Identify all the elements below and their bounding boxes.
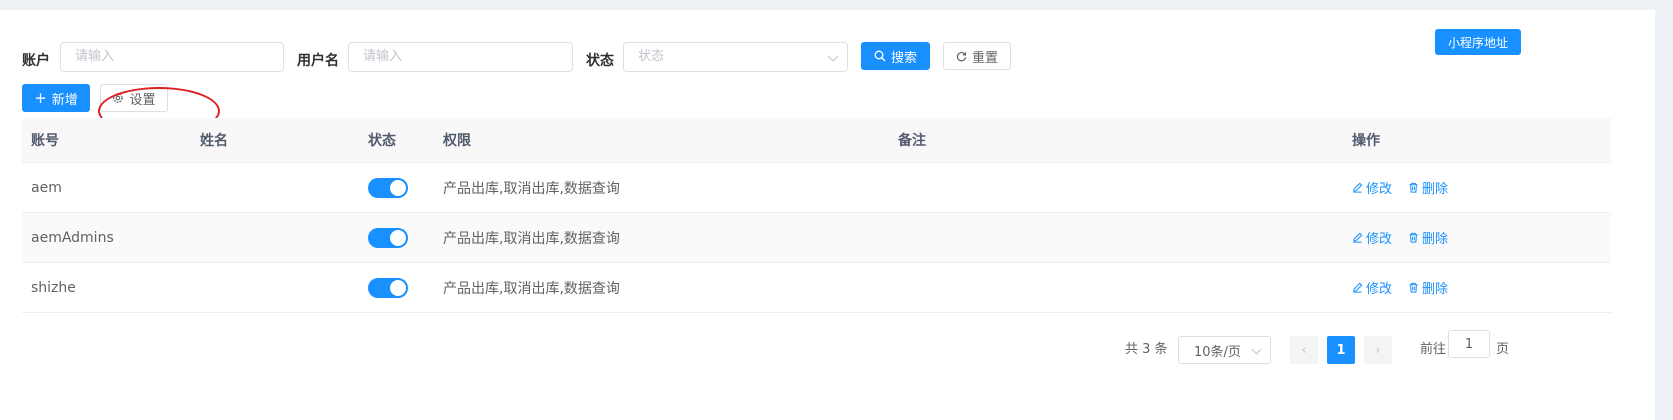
cell-permissions: 产品出库,取消出库,数据查询 <box>443 280 620 297</box>
table-header: 账号 姓名 状态 权限 备注 操作 <box>22 118 1611 163</box>
chevron-right-icon: › <box>1375 342 1381 358</box>
pagination-total: 共 3 条 <box>1125 342 1168 357</box>
cell-actions: 修改 删除 <box>1352 213 1464 262</box>
cell-account: shizhe <box>31 279 76 296</box>
accounts-table: 账号 姓名 状态 权限 备注 操作 aem 产品出库,取消出库,数据查询 修改 <box>22 118 1611 313</box>
edit-icon <box>1353 182 1363 193</box>
page-number-current[interactable]: 1 <box>1327 336 1355 364</box>
page-size-value: 10条/页 <box>1194 344 1241 360</box>
settings-button[interactable]: 设置 <box>100 84 168 112</box>
next-page-button[interactable]: › <box>1364 336 1392 364</box>
reset-button-label: 重置 <box>971 50 998 66</box>
trash-icon <box>1409 232 1418 243</box>
settings-button-label: 设置 <box>129 92 156 108</box>
header-remark: 备注 <box>898 133 926 149</box>
miniprogram-address-button[interactable]: 小程序地址 <box>1435 29 1521 55</box>
toggle-knob <box>390 179 406 196</box>
search-icon <box>874 50 886 62</box>
plus-icon: + <box>34 88 47 107</box>
toggle-knob <box>390 279 406 296</box>
status-toggle-cell <box>368 213 408 262</box>
goto-page-input[interactable]: 1 <box>1448 330 1490 358</box>
table-row: shizhe 产品出库,取消出库,数据查询 修改 删除 <box>22 263 1611 313</box>
prev-page-button[interactable]: ‹ <box>1290 336 1318 364</box>
edit-label: 修改 <box>1366 182 1393 197</box>
cell-actions: 修改 删除 <box>1352 163 1464 212</box>
main-panel: 账户 请输入 用户名 请输入 状态 状态 搜索 重置 小程序地址 + 新增 设置… <box>0 10 1655 420</box>
add-button[interactable]: + 新增 <box>22 84 90 112</box>
trash-icon <box>1409 182 1418 193</box>
username-label: 用户名 <box>297 53 339 69</box>
header-name: 姓名 <box>200 133 228 149</box>
header-account: 账号 <box>31 133 59 149</box>
status-label: 状态 <box>586 53 614 69</box>
goto-suffix: 页 <box>1496 342 1510 357</box>
table-row: aem 产品出库,取消出库,数据查询 修改 删除 <box>22 163 1611 213</box>
account-input-placeholder: 请输入 <box>75 49 115 64</box>
delete-link[interactable]: 删除 <box>1408 278 1448 297</box>
chevron-down-icon <box>1251 344 1262 355</box>
search-button-label: 搜索 <box>890 50 917 66</box>
delete-label: 删除 <box>1422 182 1449 197</box>
header-permissions: 权限 <box>443 133 471 149</box>
chevron-down-icon <box>827 50 839 62</box>
delete-link[interactable]: 删除 <box>1408 178 1448 197</box>
cell-account: aemAdmins <box>31 229 114 246</box>
edit-link[interactable]: 修改 <box>1352 278 1392 297</box>
cell-actions: 修改 删除 <box>1352 263 1464 312</box>
status-toggle[interactable] <box>368 277 408 298</box>
chevron-left-icon: ‹ <box>1301 342 1307 358</box>
username-input-placeholder: 请输入 <box>363 49 403 64</box>
reset-button[interactable]: 重置 <box>943 42 1011 70</box>
add-button-label: 新增 <box>51 92 78 108</box>
status-toggle-cell <box>368 163 408 212</box>
status-select[interactable]: 状态 <box>623 42 848 72</box>
account-input[interactable]: 请输入 <box>60 42 284 72</box>
delete-label: 删除 <box>1422 232 1449 247</box>
gear-icon <box>113 93 124 103</box>
toggle-knob <box>390 229 406 246</box>
header-actions: 操作 <box>1352 133 1380 149</box>
miniprogram-address-label: 小程序地址 <box>1447 35 1508 50</box>
cell-permissions: 产品出库,取消出库,数据查询 <box>443 230 620 247</box>
goto-prefix: 前往 <box>1420 342 1447 357</box>
page-size-select[interactable]: 10条/页 <box>1178 336 1271 364</box>
delete-label: 删除 <box>1422 282 1449 297</box>
table-row: aemAdmins 产品出库,取消出库,数据查询 修改 删除 <box>22 213 1611 263</box>
edit-icon <box>1353 282 1363 293</box>
refresh-icon <box>956 51 967 61</box>
status-toggle-cell <box>368 263 408 312</box>
status-toggle[interactable] <box>368 227 408 248</box>
delete-link[interactable]: 删除 <box>1408 228 1448 247</box>
status-select-placeholder: 状态 <box>638 49 665 64</box>
account-label: 账户 <box>22 53 50 69</box>
edit-icon <box>1353 232 1363 243</box>
trash-icon <box>1409 282 1418 293</box>
search-button[interactable]: 搜索 <box>861 42 930 70</box>
edit-link[interactable]: 修改 <box>1352 178 1392 197</box>
edit-link[interactable]: 修改 <box>1352 228 1392 247</box>
cell-account: aem <box>31 179 62 196</box>
username-input[interactable]: 请输入 <box>348 42 573 72</box>
status-toggle[interactable] <box>368 177 408 198</box>
cell-permissions: 产品出库,取消出库,数据查询 <box>443 180 620 197</box>
edit-label: 修改 <box>1366 282 1393 297</box>
edit-label: 修改 <box>1366 232 1393 247</box>
header-status: 状态 <box>368 133 396 149</box>
